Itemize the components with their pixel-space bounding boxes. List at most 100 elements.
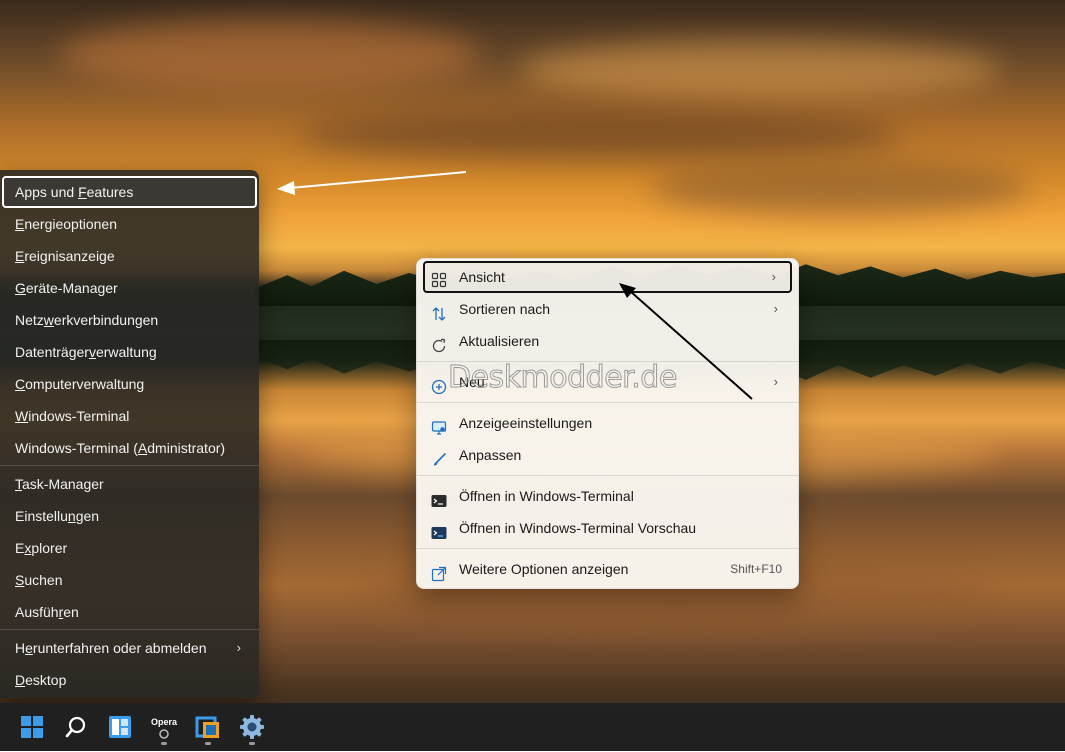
winx-item[interactable]: Herunterfahren oder abmelden ›: [2, 632, 257, 664]
context-menu-item[interactable]: Sortieren nach ›: [423, 293, 792, 325]
winx-item-access-key: E: [15, 216, 25, 232]
context-menu-item[interactable]: Neu ›: [423, 366, 792, 398]
opera-icon: [159, 729, 169, 739]
grid-icon: [431, 269, 447, 288]
external-icon: [431, 561, 447, 582]
winx-item-label: dministrator): [147, 440, 226, 456]
winx-item-label: Windows-Terminal (: [15, 440, 138, 456]
menu-separator: [417, 361, 798, 362]
menu-separator: [417, 548, 798, 549]
winx-item-label: Netz: [15, 312, 44, 328]
cloud-shape: [520, 40, 1000, 100]
plus-circle-icon: [431, 374, 447, 395]
winx-item[interactable]: Datenträgerverwaltung: [2, 336, 257, 368]
winx-item-label: eatures: [86, 184, 134, 200]
winx-item-label: reignisanzeige: [24, 248, 115, 264]
winx-item-label: E: [15, 540, 25, 556]
winx-item-access-key: e: [25, 640, 33, 656]
context-menu-item[interactable]: Aktualisieren: [423, 325, 792, 357]
context-menu-item-label: Weitere Optionen anzeigen: [459, 561, 629, 577]
context-menu-item-label: Anzeigeeinstellungen: [459, 415, 593, 431]
winx-item[interactable]: Suchen: [2, 564, 257, 596]
winx-item-access-key: S: [15, 572, 25, 588]
winx-item[interactable]: Einstellungen: [2, 500, 257, 532]
context-menu-item-label: Aktualisieren: [459, 333, 540, 349]
winx-item-access-key: E: [15, 248, 25, 264]
running-indicator: [249, 742, 255, 745]
cloud-shape: [60, 20, 480, 90]
sort-icon: [431, 301, 447, 321]
winx-item-label: eräte-Manager: [25, 280, 118, 296]
desktop-context-menu: Ansicht › Sortieren nach › Aktualisieren Neu ›…: [416, 258, 799, 589]
menu-separator: [417, 402, 798, 403]
gear-icon: [240, 715, 264, 739]
context-menu-item[interactable]: Weitere Optionen anzeigen Shift+F10: [423, 553, 792, 585]
winx-item[interactable]: Computerverwaltung: [2, 368, 257, 400]
winx-item-label: H: [15, 640, 26, 656]
context-menu-item[interactable]: Öffnen in Windows-Terminal Vorschau: [423, 512, 792, 544]
winx-quick-link-menu: Apps und Features Energieoptionen Ereignis…: [0, 170, 259, 698]
settings-taskbar-button[interactable]: [232, 707, 272, 747]
winx-item-access-key: A: [137, 440, 148, 456]
terminal-icon: [431, 488, 447, 507]
winx-item[interactable]: Geräte-Manager: [2, 272, 257, 304]
winx-item-access-key: C: [15, 376, 26, 392]
context-menu-item[interactable]: Ansicht ›: [423, 261, 792, 293]
winx-item-label: uchen: [24, 572, 63, 588]
winx-item-access-key: n: [67, 508, 76, 524]
context-menu-item-label: Öffnen in Windows-Terminal: [459, 488, 634, 504]
context-menu-item-label: Neu: [459, 374, 485, 390]
start-button[interactable]: [12, 707, 52, 747]
winx-item-label: en: [63, 604, 79, 620]
chevron-right-icon: ›: [771, 269, 776, 284]
winx-item-label: Apps und: [15, 184, 79, 200]
winx-item[interactable]: Ereignisanzeige: [2, 240, 257, 272]
virtualbox-taskbar-button[interactable]: [188, 707, 228, 747]
keyboard-shortcut: Shift+F10: [730, 562, 782, 576]
winx-item-label: erwaltung: [95, 344, 157, 360]
winx-item-label: Einstellu: [15, 508, 68, 524]
cloud-shape: [300, 110, 900, 160]
winx-item[interactable]: Desktop: [2, 664, 257, 696]
winx-item[interactable]: Netzwerkverbindungen: [2, 304, 257, 336]
widgets-icon: [109, 716, 131, 738]
context-menu-item-label: Sortieren nach: [459, 301, 551, 317]
context-menu-item-label: Anpassen: [459, 447, 522, 463]
winx-item-label: Ausfüh: [15, 604, 59, 620]
winx-item-access-key: F: [78, 184, 87, 200]
winx-item-label: indows-Terminal: [28, 408, 130, 424]
winx-item-access-key: v: [88, 344, 96, 360]
search-icon: [65, 716, 86, 738]
winx-item[interactable]: Windows-Terminal (Administrator): [2, 432, 257, 464]
winx-item-access-key: T: [15, 476, 22, 492]
context-menu-item[interactable]: Öffnen in Windows-Terminal: [423, 480, 792, 512]
running-indicator: [205, 742, 211, 745]
winx-item[interactable]: Energieoptionen: [2, 208, 257, 240]
opera-taskbar-button[interactable]: Opera: [144, 707, 184, 747]
search-button[interactable]: [56, 707, 96, 747]
terminal-preview-icon: [431, 520, 447, 539]
winx-item-label: plorer: [31, 540, 68, 556]
winx-item[interactable]: Explorer: [2, 532, 257, 564]
taskbar: Opera: [0, 703, 1065, 751]
winx-item-label: runterfahren oder abmelden: [32, 640, 207, 656]
display-icon: [431, 415, 447, 435]
winx-item[interactable]: Ausführen: [2, 596, 257, 628]
winx-item-label: omputerverwaltung: [25, 376, 145, 392]
context-menu-item[interactable]: Anzeigeeinstellungen: [423, 407, 792, 439]
winx-item[interactable]: Apps und Features: [2, 176, 257, 208]
widgets-button[interactable]: [100, 707, 140, 747]
winx-item-access-key: G: [15, 280, 26, 296]
menu-separator: [0, 465, 259, 466]
menu-separator: [0, 629, 259, 630]
winx-item-label: ask-Manager: [22, 476, 104, 492]
cloud-shape: [650, 160, 1030, 215]
context-menu-item[interactable]: Anpassen: [423, 439, 792, 471]
chevron-right-icon: ›: [773, 374, 778, 389]
winx-item[interactable]: Task-Manager: [2, 468, 257, 500]
winx-item-access-key: w: [43, 312, 54, 328]
windows-logo-icon: [21, 716, 43, 738]
chevron-right-icon: ›: [236, 640, 241, 655]
winx-item[interactable]: Windows-Terminal: [2, 400, 257, 432]
context-menu-item-label: Öffnen in Windows-Terminal Vorschau: [459, 520, 697, 536]
